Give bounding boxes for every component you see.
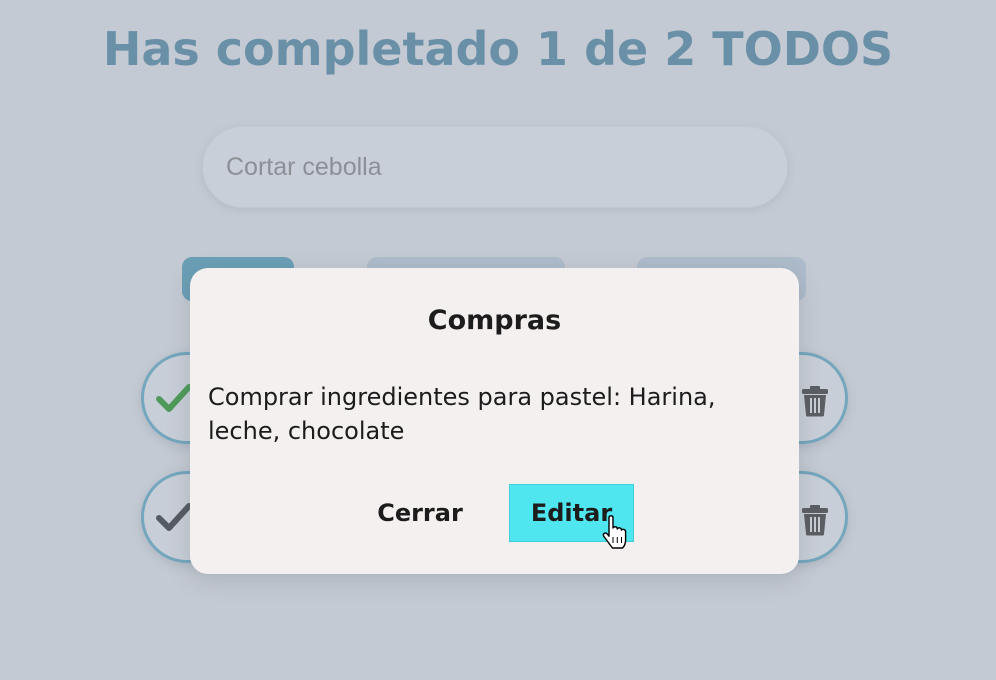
trash-icon[interactable] bbox=[801, 385, 829, 417]
check-icon[interactable] bbox=[156, 383, 192, 413]
todo-detail-modal: Compras Comprar ingredientes para pastel… bbox=[190, 268, 799, 574]
check-icon[interactable] bbox=[156, 502, 192, 532]
search-input[interactable] bbox=[202, 126, 788, 208]
page-title: Has completado 1 de 2 TODOS bbox=[102, 22, 894, 76]
trash-icon[interactable] bbox=[801, 504, 829, 536]
modal-description: Comprar ingredientes para pastel: Harina… bbox=[208, 383, 716, 445]
modal-title: Compras bbox=[427, 305, 562, 336]
close-button[interactable]: Cerrar bbox=[360, 484, 480, 542]
edit-button[interactable]: Editar bbox=[509, 484, 634, 542]
